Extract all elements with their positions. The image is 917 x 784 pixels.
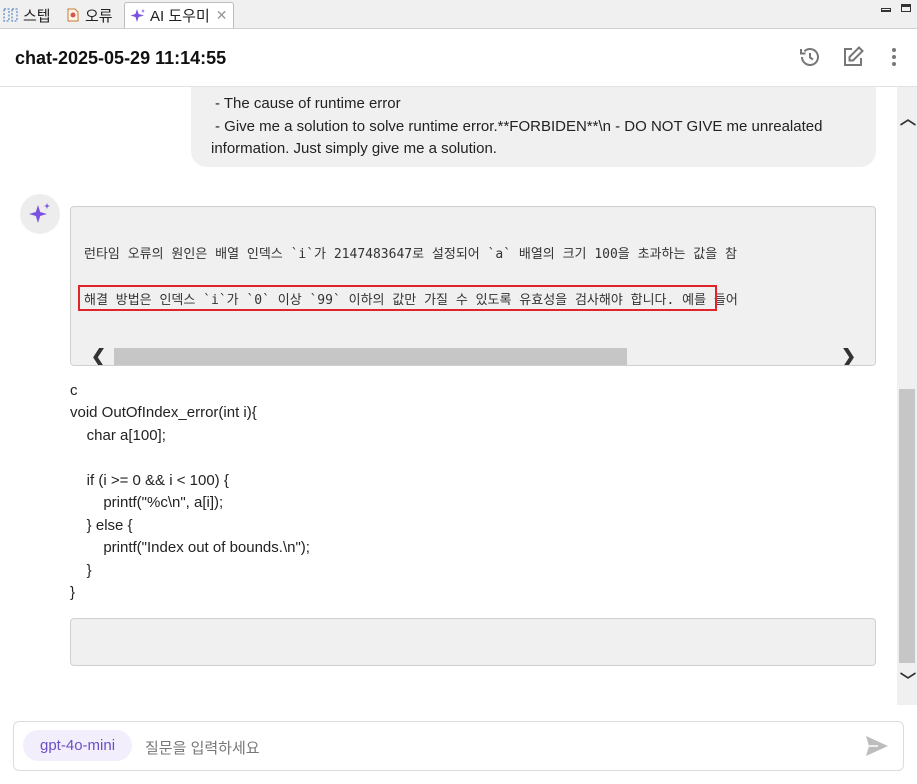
code-snippet: void OutOfIndex_error(int i){ char a[100… <box>70 404 310 601</box>
minimize-icon[interactable] <box>881 8 891 12</box>
model-selector[interactable]: gpt-4o-mini <box>23 730 133 761</box>
vertical-scroll-thumb[interactable] <box>899 389 915 663</box>
code-language: c <box>70 382 78 399</box>
tab-errors-label: 오류 <box>85 7 113 25</box>
scroll-right-icon[interactable]: ❯ <box>841 346 856 365</box>
scroll-up-icon[interactable]: ︿ <box>900 105 916 129</box>
tab-bar: 스텝 오류 AI 도우미 ✕ <box>0 0 917 29</box>
scroll-left-icon[interactable]: ❮ <box>91 346 106 365</box>
chat-title: chat-2025-05-29 11:14:55 <box>15 48 227 68</box>
sparkle-icon <box>29 203 50 223</box>
tab-ai-assistant-label: AI 도우미 <box>150 8 210 25</box>
chat-messages[interactable]: - The cause of runtime error - Give me a… <box>0 87 897 705</box>
window-controls <box>881 4 911 12</box>
steps-icon <box>3 8 18 22</box>
question-input[interactable]: 질문을 입력하세요 <box>145 737 260 758</box>
edit-icon[interactable] <box>841 45 865 69</box>
user-line: information. Just simply give me a solut… <box>211 140 497 157</box>
horizontal-scroll-thumb[interactable] <box>114 348 627 365</box>
chat-input-bar: gpt-4o-mini 질문을 입력하세요 <box>13 721 904 771</box>
tab-errors[interactable]: 오류 <box>65 2 113 28</box>
user-message: - The cause of runtime error - Give me a… <box>191 87 876 167</box>
vertical-scrollbar[interactable]: ︿ ﹀ <box>897 87 917 705</box>
empty-code-block <box>70 618 876 666</box>
send-icon[interactable] <box>865 735 889 757</box>
tab-steps-label: 스텝 <box>23 7 51 25</box>
chat-header: chat-2025-05-29 11:14:55 <box>0 29 917 87</box>
assistant-answer-block: 런타임 오류의 원인은 배열 인덱스 `i`가 2147483647로 설정되어… <box>70 206 876 366</box>
answer-line-cause: 런타임 오류의 원인은 배열 인덱스 `i`가 2147483647로 설정되어… <box>84 247 737 262</box>
user-line: - The cause of runtime error <box>215 95 401 112</box>
error-icon <box>67 8 79 22</box>
tab-steps[interactable]: 스텝 <box>3 2 51 28</box>
close-tab-icon[interactable]: ✕ <box>216 7 228 24</box>
scroll-down-icon[interactable]: ﹀ <box>900 667 916 691</box>
user-line: - Give me a solution to solve runtime er… <box>215 117 823 135</box>
sparkle-icon <box>130 8 145 22</box>
more-vert-icon[interactable] <box>882 45 906 69</box>
tab-ai-assistant[interactable]: AI 도우미 ✕ <box>124 2 234 28</box>
highlight-box <box>78 285 717 311</box>
history-icon[interactable] <box>798 45 822 69</box>
horizontal-scrollbar[interactable]: ❮ ❯ <box>71 344 875 365</box>
assistant-avatar <box>20 194 60 234</box>
maximize-icon[interactable] <box>901 4 911 12</box>
